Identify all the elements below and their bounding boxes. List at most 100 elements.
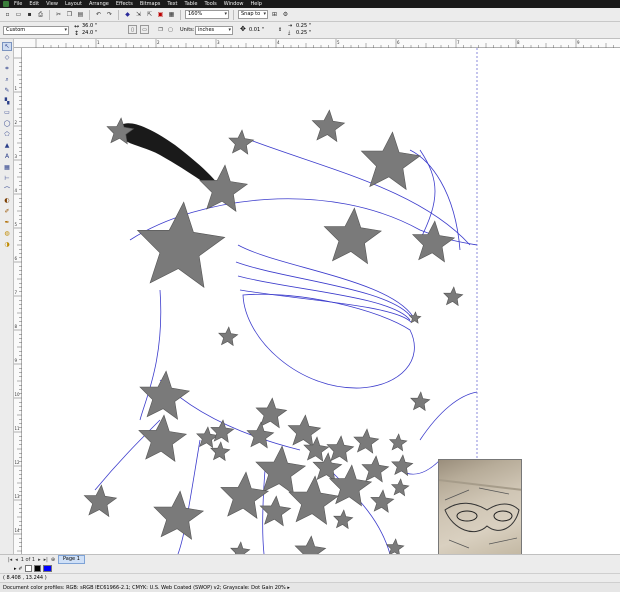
- page-height-field[interactable]: 24.0 ": [82, 30, 97, 36]
- snap-to-combo[interactable]: Snap to ▾: [238, 10, 268, 19]
- star-shape[interactable]: [353, 428, 380, 454]
- copy-icon[interactable]: ❐: [65, 10, 74, 19]
- menu-window[interactable]: Window: [224, 0, 244, 8]
- play-arrow-icon[interactable]: ▸: [287, 585, 290, 591]
- zoom-levels-combo[interactable]: 160% ▾: [185, 10, 229, 19]
- smart-fill-tool-icon[interactable]: ▚: [2, 97, 12, 106]
- page-size-combo[interactable]: Custom ▾: [3, 26, 69, 35]
- star-shape[interactable]: [311, 109, 346, 143]
- print-icon[interactable]: ⎙: [36, 10, 45, 19]
- star-shape[interactable]: [210, 419, 235, 443]
- page-width-field[interactable]: 36.0 ": [82, 23, 97, 29]
- landscape-icon[interactable]: ▭: [140, 25, 149, 34]
- star-shape[interactable]: [361, 455, 390, 483]
- spinner-icon[interactable]: ⇕: [278, 27, 282, 33]
- dropper-icon[interactable]: ✐: [19, 566, 23, 572]
- menu-tools[interactable]: Tools: [204, 0, 216, 8]
- redo-icon[interactable]: ↷: [105, 10, 114, 19]
- black-swatch[interactable]: [33, 565, 41, 572]
- freehand-tool-icon[interactable]: ✎: [2, 86, 12, 95]
- duplicate-distance-y-field[interactable]: 0.25 ": [296, 30, 311, 36]
- menu-edit[interactable]: Edit: [29, 0, 39, 8]
- menu-text[interactable]: Text: [167, 0, 177, 8]
- star-shape[interactable]: [259, 495, 292, 527]
- menu-bitmaps[interactable]: Bitmaps: [140, 0, 161, 8]
- star-shape[interactable]: [138, 414, 188, 462]
- paste-icon[interactable]: ▤: [76, 10, 85, 19]
- undo-icon[interactable]: ↶: [94, 10, 103, 19]
- application-launcher-icon[interactable]: ▦: [167, 10, 176, 19]
- connector-tool-icon[interactable]: ⌒: [2, 185, 12, 194]
- star-shape[interactable]: [333, 509, 354, 530]
- vertical-ruler[interactable]: 123456789101112131415: [14, 48, 22, 567]
- menu-effects[interactable]: Effects: [116, 0, 133, 8]
- reference-photo-image[interactable]: [438, 459, 522, 554]
- horizontal-ruler[interactable]: 12345678910: [14, 39, 620, 48]
- star-shape[interactable]: [153, 490, 205, 540]
- next-page-icon[interactable]: ▸: [38, 557, 41, 563]
- drawing-canvas[interactable]: [22, 48, 620, 554]
- add-page-icon[interactable]: ⊕: [51, 557, 55, 563]
- import-icon[interactable]: ⇲: [134, 10, 143, 19]
- save-icon[interactable]: ▪: [25, 10, 34, 19]
- interactive-fill-tool-icon[interactable]: ◑: [2, 240, 12, 249]
- cut-icon[interactable]: ✂: [54, 10, 63, 19]
- menu-view[interactable]: View: [46, 0, 58, 8]
- search-content-icon[interactable]: ◆: [123, 10, 132, 19]
- new-icon[interactable]: ▫: [3, 10, 12, 19]
- star-shape[interactable]: [360, 131, 421, 191]
- star-shape[interactable]: [328, 464, 373, 507]
- all-pages-icon[interactable]: ❐: [156, 25, 165, 34]
- menu-layout[interactable]: Layout: [65, 0, 82, 8]
- zoom-tool-icon[interactable]: ⌕: [2, 75, 12, 84]
- star-shape[interactable]: [323, 207, 382, 265]
- menu-table[interactable]: Table: [185, 0, 198, 8]
- crop-tool-icon[interactable]: ⌗: [2, 64, 12, 73]
- star-shape[interactable]: [288, 475, 340, 525]
- star-shape[interactable]: [228, 129, 255, 155]
- star-shapes[interactable]: [83, 109, 464, 554]
- blend-tool-icon[interactable]: ◐: [2, 196, 12, 205]
- star-shape[interactable]: [210, 441, 231, 462]
- star-shape[interactable]: [388, 433, 408, 452]
- star-shape[interactable]: [370, 489, 395, 513]
- shape-tool-icon[interactable]: ◇: [2, 53, 12, 62]
- menu-arrange[interactable]: Arrange: [89, 0, 109, 8]
- text-tool-icon[interactable]: A: [2, 152, 12, 161]
- star-shape[interactable]: [294, 535, 327, 554]
- table-tool-icon[interactable]: ▦: [2, 163, 12, 172]
- ellipse-tool-icon[interactable]: ◯: [2, 119, 12, 128]
- nudge-distance-field[interactable]: 0.01 ": [249, 27, 264, 33]
- palette-scroll-icon[interactable]: ▸: [14, 566, 17, 572]
- polygon-tool-icon[interactable]: ⬠: [2, 130, 12, 139]
- star-shape[interactable]: [218, 326, 239, 347]
- star-shape[interactable]: [411, 220, 456, 263]
- pick-tool-icon[interactable]: ↖: [2, 42, 12, 51]
- outline-tool-icon[interactable]: ✒: [2, 218, 12, 227]
- duplicate-distance-x-field[interactable]: 0.25 ": [296, 23, 311, 29]
- export-icon[interactable]: ⇱: [145, 10, 154, 19]
- welcome-screen-icon[interactable]: ⊞: [270, 10, 279, 19]
- menu-help[interactable]: Help: [250, 0, 261, 8]
- first-page-icon[interactable]: |◂: [8, 557, 12, 563]
- star-shape[interactable]: [246, 421, 275, 449]
- star-shape[interactable]: [326, 435, 355, 463]
- previous-page-icon[interactable]: ◂: [15, 557, 18, 563]
- page-tab[interactable]: Page 1: [58, 555, 85, 564]
- fill-tool-icon[interactable]: ◍: [2, 229, 12, 238]
- outline-paths[interactable]: [94, 139, 478, 554]
- star-shape[interactable]: [83, 484, 118, 518]
- eyedropper-tool-icon[interactable]: ✐: [2, 207, 12, 216]
- basic-shapes-tool-icon[interactable]: ▲: [2, 141, 12, 150]
- publish-pdf-icon[interactable]: ▣: [156, 10, 165, 19]
- options-icon[interactable]: ⚙: [281, 10, 290, 19]
- last-page-icon[interactable]: ▸|: [44, 557, 48, 563]
- star-shape[interactable]: [255, 445, 307, 495]
- blue-swatch[interactable]: [42, 565, 52, 572]
- star-shape[interactable]: [391, 454, 414, 477]
- star-shape[interactable]: [390, 478, 410, 497]
- color-profile-status[interactable]: Document color profiles: RGB: sRGB IEC61…: [0, 582, 620, 592]
- units-combo[interactable]: inches ▾: [195, 26, 233, 35]
- current-page-icon[interactable]: ▢: [166, 25, 175, 34]
- star-shape[interactable]: [220, 471, 270, 519]
